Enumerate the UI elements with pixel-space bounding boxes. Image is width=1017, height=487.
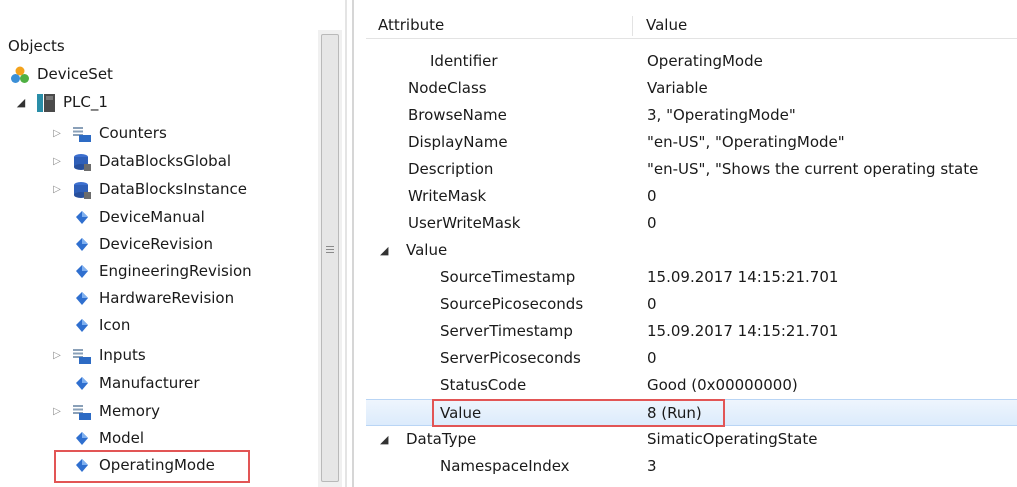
tree-item-devicerevision[interactable]: DeviceRevision [72,231,213,258]
variable-icon [72,429,92,449]
tree-item-memory[interactable]: ▷ Memory [50,398,160,425]
attr-row-datatype[interactable]: ◢ DataType SimaticOperatingState [366,426,1017,453]
scrollbar-thumb[interactable] [321,34,339,482]
folder-tag-icon [72,402,92,422]
column-header-value[interactable]: Value [646,14,687,36]
attr-row-nodeclass[interactable]: NodeClass Variable [366,75,1017,102]
attr-row-browsename[interactable]: BrowseName 3, "OperatingMode" [366,102,1017,129]
column-separator[interactable] [632,16,633,36]
attr-row-namespaceindex[interactable]: NamespaceIndex 3 [366,453,1017,480]
attr-row-statuscode[interactable]: StatusCode Good (0x00000000) [366,372,1017,399]
datablock-icon [72,180,92,200]
variable-icon [72,289,92,309]
column-header-attribute[interactable]: Attribute [378,14,444,36]
attributes-header: Attribute Value [366,14,1017,39]
folder-tag-icon [72,346,92,366]
attr-row-identifier[interactable]: Identifier OperatingMode [366,48,1017,75]
tree-item-hardwarerevision[interactable]: HardwareRevision [72,285,234,312]
variable-icon [72,374,92,394]
datablock-icon [72,152,92,172]
tree-root-label: Objects [8,37,65,55]
attr-row-userwritemask[interactable]: UserWriteMask 0 [366,210,1017,237]
variable-icon [72,208,92,228]
deviceset-icon [10,65,30,85]
variable-icon [72,235,92,255]
collapsed-arrow-icon[interactable]: ▷ [50,148,64,175]
variable-icon [72,484,92,487]
tree-item-icon[interactable]: Icon [72,312,130,339]
tree-item-engineeringrevision[interactable]: EngineeringRevision [72,258,252,285]
variable-icon [72,262,92,282]
collapsed-arrow-icon[interactable]: ▷ [50,342,64,369]
tree-item-devicemanual[interactable]: DeviceManual [72,204,205,231]
attr-row-writemask[interactable]: WriteMask 0 [366,183,1017,210]
tree-item-model[interactable]: Model [72,425,144,452]
tree-item-counters[interactable]: ▷ Counters [50,120,167,147]
variable-icon [72,316,92,336]
folder-tag-icon [72,124,92,144]
scrollbar-grip-icon [326,246,334,247]
attr-row-servertimestamp[interactable]: ServerTimestamp 15.09.2017 14:15:21.701 [366,318,1017,345]
expanded-arrow-icon[interactable]: ◢ [380,237,388,264]
tree-item-plc-1[interactable]: ◢ PLC_1 [14,89,108,116]
expanded-arrow-icon[interactable]: ◢ [14,89,28,116]
value-highlight-box [432,399,725,427]
tree-item-deviceset[interactable]: DeviceSet [10,61,113,88]
operatingmode-highlight-box [54,450,250,483]
expanded-arrow-icon[interactable]: ◢ [380,426,388,453]
panel-divider [352,0,354,487]
tree-scrollbar[interactable] [318,30,342,487]
collapsed-arrow-icon[interactable]: ▷ [50,120,64,147]
tree-item-datablocksinstance[interactable]: ▷ DataBlocksInstance [50,176,247,203]
attributes-panel: Attribute Value Identifier OperatingMode… [366,0,1017,487]
attr-row-value-group[interactable]: ◢ Value [366,237,1017,264]
tree-item-inputs[interactable]: ▷ Inputs [50,342,146,369]
attr-row-serverpicoseconds[interactable]: ServerPicoseconds 0 [366,345,1017,372]
panel-splitter[interactable] [345,0,347,487]
attr-row-sourcetimestamp[interactable]: SourceTimestamp 15.09.2017 14:15:21.701 [366,264,1017,291]
plc-icon [36,93,56,113]
object-tree-panel: Objects DeviceSet ◢ PLC_1 ▷ Counters ▷ D… [0,0,345,487]
tree-item-manufacturer[interactable]: Manufacturer [72,370,200,397]
attr-row-description[interactable]: Description "en-US", "Shows the current … [366,156,1017,183]
collapsed-arrow-icon[interactable]: ▷ [50,398,64,425]
attr-row-sourcepicoseconds[interactable]: SourcePicoseconds 0 [366,291,1017,318]
attr-row-displayname[interactable]: DisplayName "en-US", "OperatingMode" [366,129,1017,156]
collapsed-arrow-icon[interactable]: ▷ [50,176,64,203]
tree-item-datablocksglobal[interactable]: ▷ DataBlocksGlobal [50,148,231,175]
